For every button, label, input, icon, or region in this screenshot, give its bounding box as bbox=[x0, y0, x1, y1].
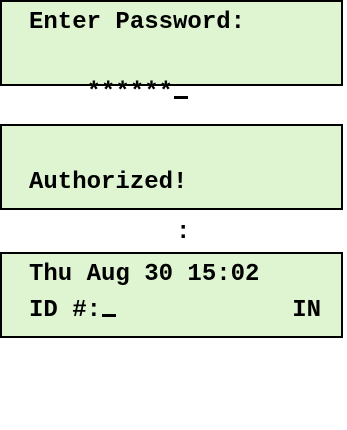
lcd-password-screen: Enter Password: ****** bbox=[0, 0, 343, 106]
password-entry-line[interactable]: ****** bbox=[29, 42, 331, 106]
text-cursor bbox=[102, 314, 117, 317]
lcd-home-screen: Thu Aug 30 15:02 ID #: IN bbox=[0, 252, 343, 338]
datetime-display: Thu Aug 30 15:02 bbox=[29, 261, 260, 288]
id-label: ID #: bbox=[29, 297, 102, 324]
text-cursor bbox=[174, 96, 189, 99]
authorized-line-1 bbox=[29, 130, 331, 164]
separator-colon: : bbox=[176, 219, 191, 246]
password-prompt: Enter Password: bbox=[29, 9, 246, 36]
status-indicator: IN bbox=[292, 297, 321, 324]
id-entry-line[interactable]: ID #: IN bbox=[29, 294, 331, 328]
password-masked-value: ****** bbox=[86, 79, 174, 106]
authorized-message: Authorized! bbox=[29, 169, 188, 196]
lcd-authorized-screen: Authorized! bbox=[0, 124, 343, 210]
id-entry[interactable]: ID #: bbox=[29, 294, 117, 328]
